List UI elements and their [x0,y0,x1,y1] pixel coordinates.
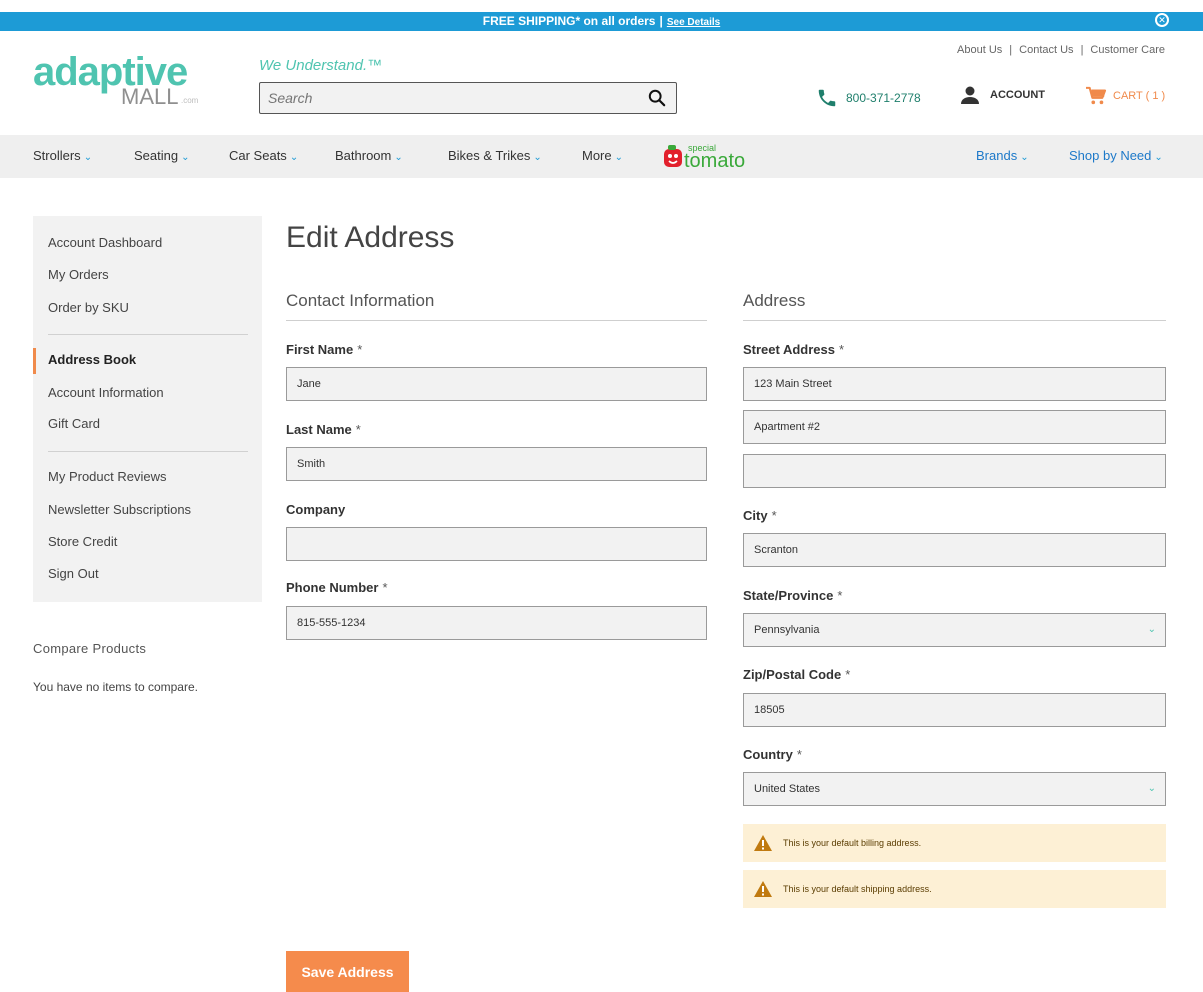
nav-item-more[interactable]: More ⌄ [582,148,623,163]
chevron-down-icon: ⌄ [181,152,190,163]
nav-item-bathroom[interactable]: Bathroom ⌄ [335,148,403,163]
chevron-down-icon: ⌄ [394,152,403,163]
shipping-notice-text: This is your default shipping address. [783,884,932,894]
search-box [259,82,677,114]
nav-item-shop-by-need[interactable]: Shop by Need ⌄ [1069,148,1163,163]
street-address-line3-field[interactable] [743,454,1166,488]
default-billing-notice: This is your default billing address. [743,824,1166,862]
country-selected-value: United States [754,783,821,795]
last-name-field[interactable] [286,447,707,481]
brand-logo-main-text: tomato [684,150,745,172]
state-province-select[interactable]: Pennsylvania ⌄ [743,613,1166,647]
phone-number: 800-371-2778 [846,91,921,105]
logo-sub-text: MALL [121,84,179,109]
search-input[interactable] [260,83,630,113]
sidebar-item-gift-card[interactable]: Gift Card [48,416,100,431]
contact-us-link[interactable]: Contact Us [1019,44,1073,56]
customer-care-link[interactable]: Customer Care [1090,44,1165,56]
cart-link[interactable]: CART ( 1 ) [1085,86,1165,106]
sidebar-item-newsletter-subscriptions[interactable]: Newsletter Subscriptions [48,502,191,517]
phone-number-label: Phone Number * [286,580,388,595]
street-address-line2-field[interactable] [743,410,1166,444]
active-indicator [33,348,36,374]
promo-separator: | [659,14,663,28]
sidebar-item-my-product-reviews[interactable]: My Product Reviews [48,469,166,484]
sidebar-item-order-by-sku[interactable]: Order by SKU [48,300,129,315]
chevron-down-icon: ⌄ [1020,152,1029,163]
nav-item-strollers[interactable]: Strollers ⌄ [33,148,92,163]
zip-code-label: Zip/Postal Code * [743,667,851,682]
account-sidebar: Account Dashboard My Orders Order by SKU… [33,216,262,602]
billing-notice-text: This is your default billing address. [783,838,922,848]
warning-icon [754,835,772,851]
country-label: Country * [743,747,802,762]
city-field[interactable] [743,533,1166,567]
chevron-down-icon: ⌄ [83,152,93,163]
cart-icon [1086,86,1107,105]
chevron-down-icon: ⌄ [289,152,299,163]
section-divider [286,320,707,321]
street-address-label: Street Address * [743,342,845,357]
state-selected-value: Pennsylvania [754,624,820,636]
state-province-label: State/Province * [743,588,843,603]
top-links: About Us | Contact Us | Customer Care [957,44,1165,56]
phone-icon [818,89,836,107]
see-details-link[interactable]: See Details [667,17,720,28]
first-name-field[interactable] [286,367,707,401]
chevron-down-icon: ⌄ [533,152,542,163]
main-nav: Strollers ⌄ Seating ⌄ Car Seats ⌄ Bathroom ⌄… [0,135,1203,178]
zip-code-field[interactable] [743,693,1166,727]
last-name-label: Last Name * [286,422,361,437]
nav-item-car-seats[interactable]: Car Seats ⌄ [229,148,298,163]
special-tomato-logo[interactable]: special tomato [662,141,754,173]
company-field[interactable] [286,527,707,561]
logo-suffix-text: .com [181,96,199,105]
phone-number-field[interactable] [286,606,707,640]
sidebar-item-account-dashboard[interactable]: Account Dashboard [48,235,162,250]
site-logo[interactable]: adaptive MALL .com [33,52,213,124]
promo-bar: FREE SHIPPING* on all orders | See Details… [0,12,1203,31]
close-circle-icon[interactable]: ✕ [1155,13,1169,27]
chevron-down-icon: ⌄ [1154,152,1163,163]
nav-item-seating[interactable]: Seating ⌄ [134,148,189,163]
first-name-label: First Name * [286,342,363,357]
city-label: City * [743,508,777,523]
compare-empty-text: You have no items to compare. [33,680,198,694]
promo-text: FREE SHIPPING* on all orders [482,14,656,28]
nav-item-bikes-trikes[interactable]: Bikes & Trikes ⌄ [448,148,542,163]
chevron-down-icon: ⌄ [1147,624,1156,635]
tagline: We Understand.™ [259,57,383,74]
street-address-line1-field[interactable] [743,367,1166,401]
phone-link[interactable]: 800-371-2778 [816,87,921,109]
compare-products-title: Compare Products [33,641,147,656]
sidebar-divider [48,334,248,335]
save-address-button[interactable]: Save Address [286,951,409,992]
chevron-down-icon: ⌄ [1147,783,1156,794]
nav-item-brands[interactable]: Brands ⌄ [976,148,1029,163]
user-icon [961,86,979,104]
sidebar-item-my-orders[interactable]: My Orders [48,267,109,282]
default-shipping-notice: This is your default shipping address. [743,870,1166,908]
search-icon[interactable] [648,89,666,107]
chevron-down-icon: ⌄ [614,152,624,163]
about-us-link[interactable]: About Us [957,44,1002,56]
sidebar-item-store-credit[interactable]: Store Credit [48,534,117,549]
warning-icon [754,881,772,897]
cart-label: CART ( 1 ) [1113,90,1166,102]
sidebar-item-address-book[interactable]: Address Book [48,352,136,367]
section-divider [743,320,1166,321]
account-link[interactable]: ACCOUNT [960,85,1045,105]
country-select[interactable]: United States ⌄ [743,772,1166,806]
sidebar-item-account-information[interactable]: Account Information [48,385,164,400]
page-title: Edit Address [286,221,455,254]
contact-section-title: Contact Information [286,291,435,310]
sidebar-divider [48,451,248,452]
address-section-title: Address [743,291,806,310]
account-label: ACCOUNT [990,89,1045,101]
company-label: Company [286,502,346,517]
sidebar-item-sign-out[interactable]: Sign Out [48,566,99,581]
